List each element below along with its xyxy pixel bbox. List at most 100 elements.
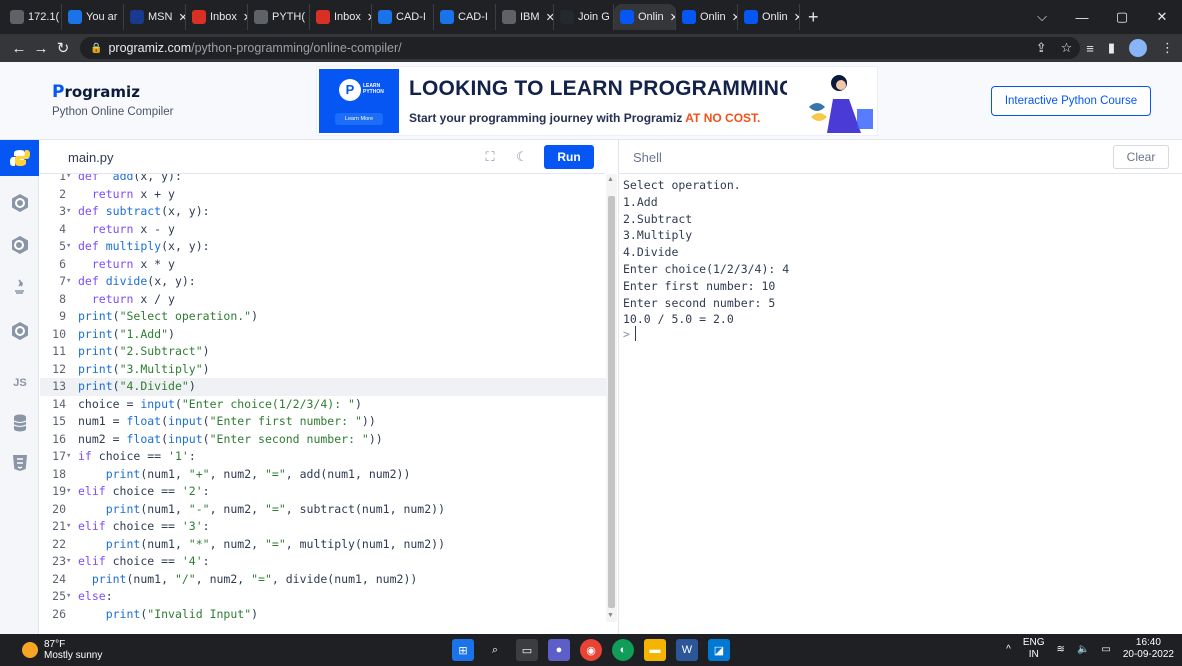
file-explorer-icon[interactable]: ▬ — [644, 639, 666, 661]
code-line[interactable]: 23 ▾ elif choice == '4': — [40, 553, 606, 571]
code-line[interactable]: 8 return x / y — [40, 291, 606, 309]
code-editor[interactable]: 1 ▾ def add(x, y): 2 return x + y 3 ▾ def subt… — [40, 174, 606, 622]
fullscreen-icon[interactable]: ⛶ — [478, 146, 502, 168]
reload-icon[interactable]: ↻ — [52, 39, 74, 57]
theme-toggle-icon[interactable]: ☾ — [510, 146, 534, 168]
programiz-brand[interactable]: Programiz Python Online Compiler — [52, 82, 173, 118]
fold-arrow-icon[interactable]: ▾ — [66, 448, 76, 466]
code-line[interactable]: 18 print(num1, "+", num2, "=", add(num1,… — [40, 466, 606, 484]
browser-tab[interactable]: PYTH(✕ — [248, 4, 310, 30]
browser-tab[interactable]: IBM ✕ — [496, 4, 554, 30]
browser-tab[interactable]: You ar✕ — [62, 4, 124, 30]
ad-banner[interactable]: P LEARN PYTHON Learn More LOOKING TO LEA… — [316, 66, 878, 136]
browser-tab[interactable]: CAD-I✕ — [372, 4, 434, 30]
code-line[interactable]: 13 print("4.Divide") — [40, 378, 606, 396]
code-line[interactable]: 22 print(num1, "*", num2, "=", multiply(… — [40, 536, 606, 554]
photos-icon[interactable]: ◪ — [708, 639, 730, 661]
new-tab-button[interactable]: + — [808, 7, 819, 28]
search-icon[interactable]: ⌕ — [484, 639, 506, 661]
weather-widget[interactable]: 87°F Mostly sunny — [22, 639, 102, 661]
code-line[interactable]: 12 print("3.Multiply") — [40, 361, 606, 379]
fold-arrow-icon[interactable]: ▾ — [66, 553, 76, 571]
reading-list-icon[interactable]: ≡ — [1086, 41, 1094, 56]
clear-button[interactable]: Clear — [1113, 145, 1169, 169]
language-html-icon[interactable] — [9, 452, 31, 474]
browser-tab[interactable]: 172.1(✕ — [4, 4, 62, 30]
code-line[interactable]: 10 print("1.Add") — [40, 326, 606, 344]
code-line[interactable]: 4 return x - y — [40, 221, 606, 239]
input-language[interactable]: ENG IN — [1023, 637, 1045, 661]
edge-icon[interactable]: ◐ — [612, 639, 634, 661]
wifi-icon[interactable]: ≋ — [1057, 644, 1065, 655]
fold-arrow-icon[interactable]: ▾ — [66, 238, 76, 256]
language-sql-icon[interactable] — [9, 412, 31, 434]
fold-arrow-icon[interactable]: ▾ — [66, 588, 76, 606]
code-line[interactable]: 19 ▾ elif choice == '2': — [40, 483, 606, 501]
code-line[interactable]: 9 print("Select operation.") — [40, 308, 606, 326]
language-cpp-icon[interactable] — [9, 234, 31, 256]
tray-chevron-up-icon[interactable]: ^ — [1006, 644, 1011, 655]
side-panel-icon[interactable]: ▮ — [1108, 40, 1115, 56]
bookmark-star-icon[interactable]: ☆ — [1061, 40, 1073, 56]
tab-close-icon[interactable]: ✕ — [546, 11, 553, 24]
teams-chat-icon[interactable]: ● — [548, 639, 570, 661]
scroll-up-icon[interactable]: ▲ — [607, 176, 614, 183]
volume-icon[interactable]: 🔈 — [1077, 644, 1089, 655]
word-icon[interactable]: W — [676, 639, 698, 661]
code-line[interactable]: 20 print(num1, "-", num2, "=", subtract(… — [40, 501, 606, 519]
browser-tab[interactable]: Onlin✕ — [614, 4, 676, 30]
code-line[interactable]: 3 ▾ def subtract(x, y): — [40, 203, 606, 221]
forward-icon[interactable]: → — [30, 40, 52, 57]
url-field[interactable]: 🔒 programiz.com /python-programming/onli… — [80, 37, 1080, 59]
profile-avatar[interactable] — [1129, 39, 1147, 57]
browser-tab[interactable]: Inbox✕ — [310, 4, 372, 30]
windows-start-icon[interactable]: ⊞ — [452, 639, 474, 661]
code-line[interactable]: 17 ▾ if choice == '1': — [40, 448, 606, 466]
code-line[interactable]: 2 return x + y — [40, 186, 606, 204]
task-view-icon[interactable]: ▭ — [516, 639, 538, 661]
code-line[interactable]: 15 num1 = float(input("Enter first number… — [40, 413, 606, 431]
code-line[interactable]: 16 num2 = float(input("Enter second numbe… — [40, 431, 606, 449]
file-tab-main-py[interactable]: main.py — [68, 150, 114, 165]
fold-arrow-icon[interactable]: ▾ — [66, 203, 76, 221]
browser-tab[interactable]: Onlin✕ — [738, 4, 800, 30]
fold-arrow-icon[interactable]: ▾ — [66, 518, 76, 536]
share-icon[interactable]: ⇪ — [1036, 40, 1047, 56]
code-line[interactable]: 26 print("Invalid Input") — [40, 606, 606, 623]
chrome-icon[interactable]: ◉ — [580, 639, 602, 661]
code-line[interactable]: 6 return x * y — [40, 256, 606, 274]
menu-kebab-icon[interactable]: ⋮ — [1161, 40, 1174, 56]
tab-search-icon[interactable]: ⌵ — [1022, 9, 1062, 25]
scroll-down-icon[interactable]: ▼ — [607, 612, 614, 619]
fold-arrow-icon[interactable]: ▾ — [66, 483, 76, 501]
clock[interactable]: 16:40 20-09-2022 — [1123, 637, 1174, 661]
browser-tab[interactable]: CAD-I✕ — [434, 4, 496, 30]
language-java-icon[interactable] — [9, 276, 31, 298]
code-line[interactable]: 25 ▾ else: — [40, 588, 606, 606]
learn-more-button[interactable]: Learn More — [335, 113, 383, 125]
language-c-icon[interactable] — [9, 192, 31, 214]
code-line[interactable]: 24 print(num1, "/", num2, "=", divide(nu… — [40, 571, 606, 589]
browser-tab[interactable]: Inbox✕ — [186, 4, 248, 30]
browser-tab[interactable]: Join G✕ — [554, 4, 614, 30]
fold-arrow-icon[interactable]: ▾ — [66, 174, 76, 186]
fold-arrow-icon[interactable]: ▾ — [66, 273, 76, 291]
browser-tab[interactable]: Onlin✕ — [676, 4, 738, 30]
close-window-button[interactable]: ✕ — [1142, 9, 1182, 25]
shell-output[interactable]: > Select operation. 1.Add 2.Subtract 3.Mult… — [618, 174, 1182, 634]
code-line[interactable]: 7 ▾ def divide(x, y): — [40, 273, 606, 291]
minimize-button[interactable]: — — [1062, 10, 1102, 25]
code-line[interactable]: 14 choice = input("Enter choice(1/2/3/4):… — [40, 396, 606, 414]
code-line[interactable]: 11 print("2.Subtract") — [40, 343, 606, 361]
code-line[interactable]: 21 ▾ elif choice == '3': — [40, 518, 606, 536]
code-line[interactable]: 5 ▾ def multiply(x, y): — [40, 238, 606, 256]
tab-close-icon[interactable]: ✕ — [178, 11, 185, 24]
restore-button[interactable]: ▢ — [1102, 9, 1142, 25]
back-icon[interactable]: ← — [8, 40, 30, 57]
language-python-icon[interactable] — [0, 140, 39, 176]
editor-scroll-thumb[interactable] — [608, 196, 615, 608]
editor-scrollbar[interactable]: ▲ ▼ — [606, 174, 617, 622]
code-line[interactable]: 1 ▾ def add(x, y): — [40, 174, 606, 186]
browser-tab[interactable]: MSN ✕ — [124, 4, 186, 30]
interactive-python-course-button[interactable]: Interactive Python Course — [991, 86, 1151, 116]
